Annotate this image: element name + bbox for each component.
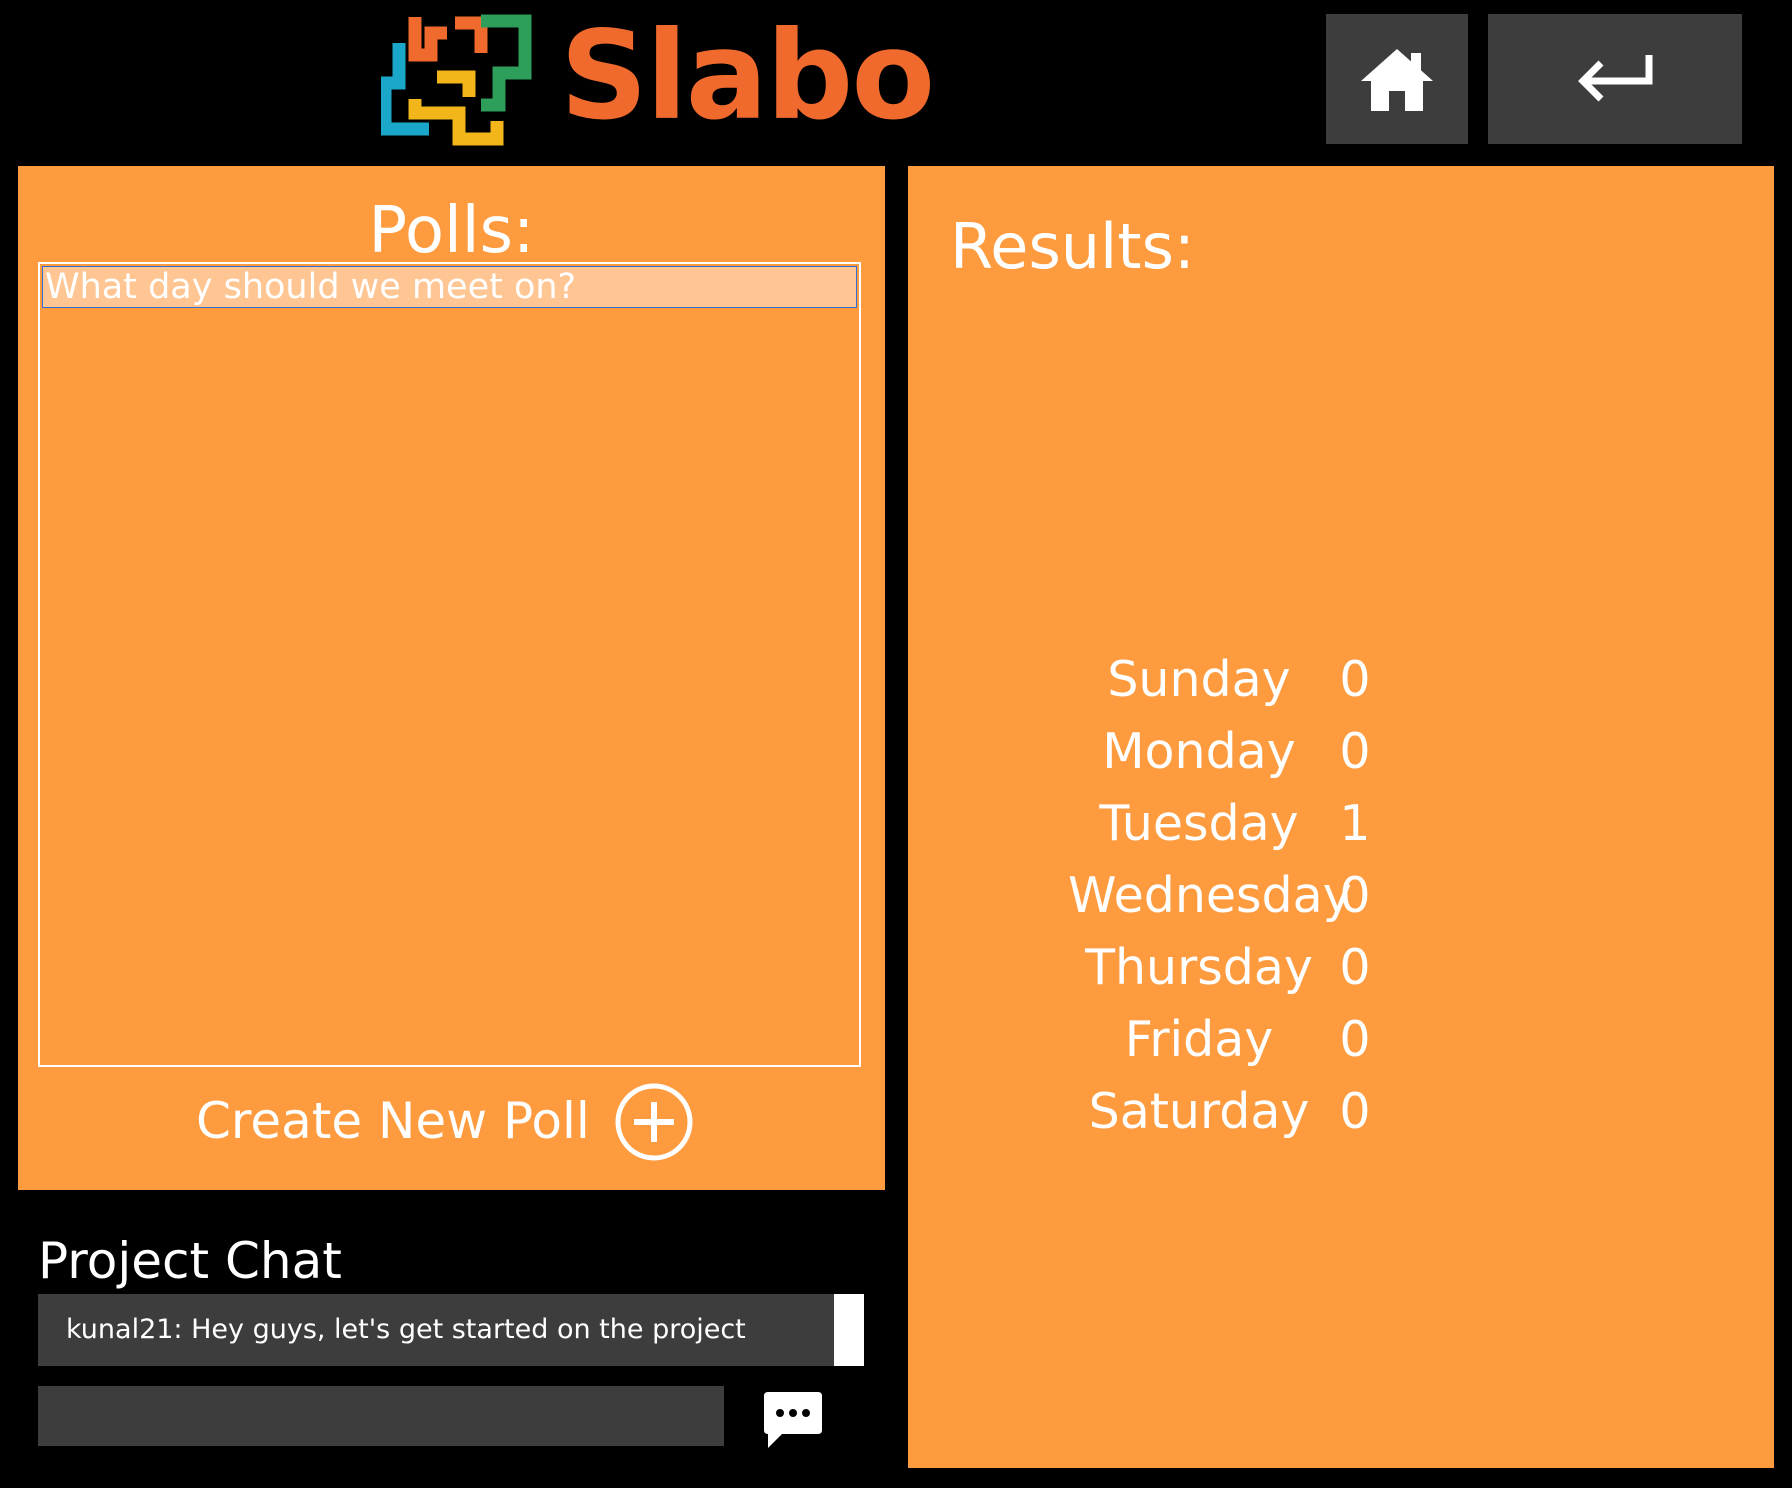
back-button[interactable]: [1488, 14, 1742, 144]
result-count: 0: [1339, 1083, 1371, 1140]
result-day-label: Wednesday: [1068, 867, 1352, 924]
create-poll-label[interactable]: Create New Poll: [196, 1092, 590, 1150]
poll-list-item[interactable]: What day should we meet on?: [42, 266, 857, 308]
result-count: 0: [1339, 867, 1371, 924]
result-count: 0: [1339, 723, 1371, 780]
return-arrow-icon: [1578, 55, 1653, 102]
brand-name: Slabo: [560, 4, 935, 147]
chat-input[interactable]: [38, 1386, 724, 1446]
chat-log[interactable]: kunal21: Hey guys, let's get started on …: [38, 1294, 864, 1366]
home-button[interactable]: [1326, 14, 1468, 144]
result-day-label: Saturday: [1088, 1083, 1310, 1140]
result-day-label: Thursday: [1085, 939, 1313, 996]
result-day-label: Friday: [1124, 1011, 1274, 1068]
result-count: 0: [1339, 1011, 1371, 1068]
result-count: 1: [1339, 795, 1371, 852]
result-day-label: Sunday: [1107, 651, 1291, 708]
result-day-label: Tuesday: [1099, 795, 1299, 852]
slabo-logo-icon: [381, 14, 532, 146]
result-count: 0: [1339, 651, 1371, 708]
chat-title: Project Chat: [38, 1232, 342, 1290]
create-poll-row: Create New Poll: [18, 1080, 885, 1166]
polls-panel: Polls: What day should we meet on? Creat…: [18, 166, 885, 1190]
home-icon: [1361, 49, 1433, 111]
result-count: 0: [1339, 939, 1371, 996]
create-poll-button[interactable]: [614, 1082, 694, 1162]
chat-bubble-icon: [764, 1392, 822, 1448]
plus-circle-icon: [615, 1083, 693, 1161]
send-message-button[interactable]: [760, 1388, 826, 1450]
chat-scrollbar[interactable]: [834, 1294, 864, 1366]
results-title: Results:: [950, 210, 1195, 283]
result-day-label: Monday: [1102, 723, 1296, 780]
poll-list[interactable]: What day should we meet on?: [38, 262, 861, 1067]
results-panel: Results: Sunday 0 Monday 0 Tuesday 1 Wed…: [908, 166, 1774, 1468]
app-logo: Slabo: [381, 4, 935, 147]
polls-title: Polls:: [368, 194, 535, 268]
chat-message: kunal21: Hey guys, let's get started on …: [66, 1314, 746, 1345]
